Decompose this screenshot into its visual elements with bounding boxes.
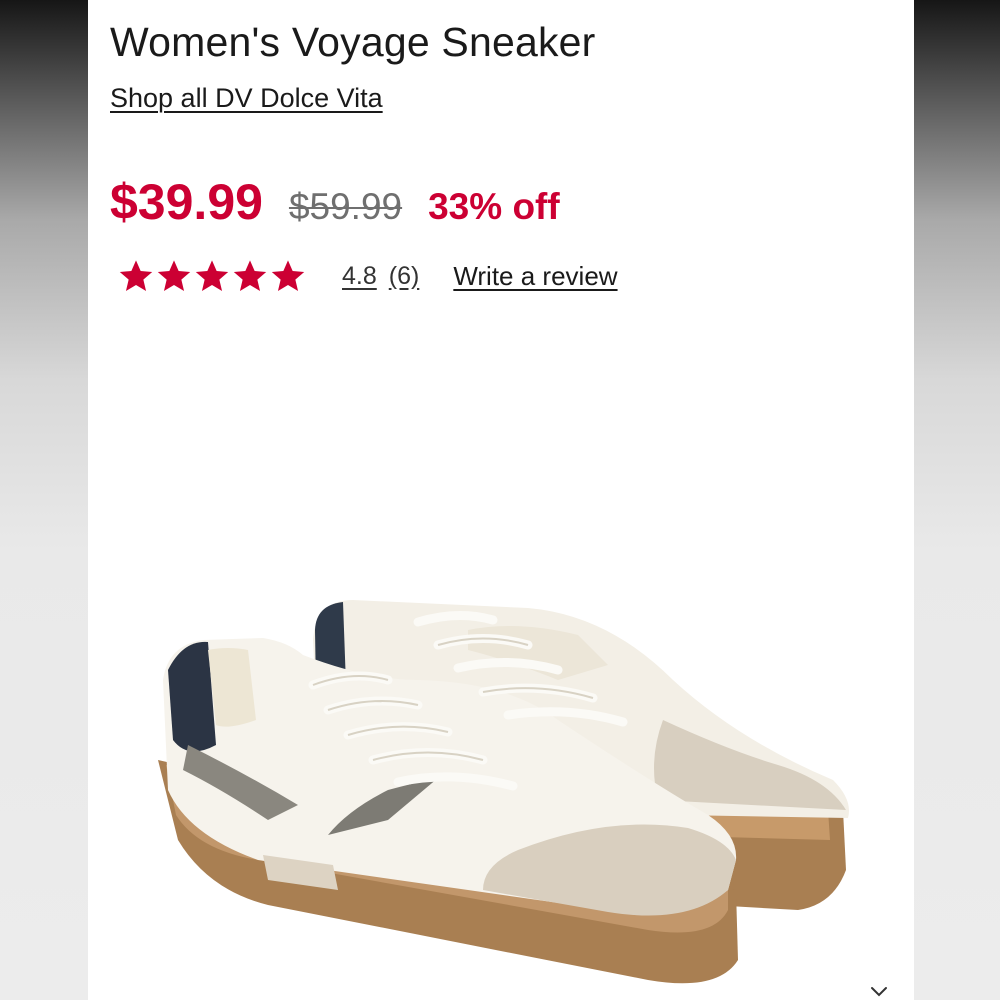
current-price: $39.99 (110, 174, 263, 230)
star-icon (271, 260, 305, 291)
left-background (0, 0, 88, 1000)
discount-badge: 33% off (428, 186, 560, 227)
rating-value-link[interactable]: 4.8 (342, 262, 377, 291)
right-background (914, 0, 1000, 1000)
star-icon (195, 260, 229, 291)
price-row: $39.99 $59.99 33% off (110, 170, 560, 234)
shop-brand-link[interactable]: Shop all DV Dolce Vita (110, 80, 383, 116)
star-icon (233, 260, 267, 291)
rating-row: 4.8 (6) Write a review (118, 254, 618, 298)
write-review-link[interactable]: Write a review (453, 261, 617, 292)
product-title: Women's Voyage Sneaker (110, 19, 596, 65)
review-count-link[interactable]: (6) (389, 262, 420, 291)
product-page: Women's Voyage Sneaker Shop all DV Dolce… (88, 0, 914, 1000)
star-icon (157, 260, 191, 291)
product-image[interactable] (88, 560, 914, 1000)
screen-frame: Women's Voyage Sneaker Shop all DV Dolce… (0, 0, 1000, 1000)
original-price: $59.99 (288, 186, 403, 227)
chevron-down-icon[interactable] (868, 982, 890, 1000)
star-icon (119, 260, 153, 291)
star-rating (118, 258, 306, 294)
